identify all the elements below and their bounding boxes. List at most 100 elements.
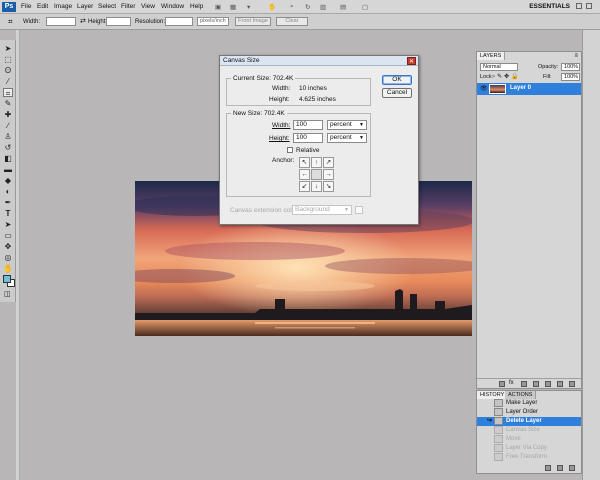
delete-layer-icon[interactable] [569,381,575,387]
hand-icon[interactable]: ✋ [268,3,276,11]
history-item-selected[interactable]: ↪ Delete Layer [477,417,581,426]
pen-tool-icon[interactable]: ✒ [3,198,13,207]
eraser-tool-icon[interactable]: ◧ [3,154,13,163]
crop-tool-icon[interactable]: ⌗ [8,17,13,27]
lock-icons[interactable]: ▫✎✥🔒 [493,73,521,80]
minimize-icon[interactable] [576,3,582,9]
history-item[interactable]: Free Transform [477,453,581,462]
new-group-icon[interactable] [545,381,551,387]
adjustment-layer-icon[interactable] [533,381,539,387]
zoom-level-icon[interactable]: ▾ [247,3,250,11]
ok-button[interactable]: OK [382,75,412,85]
history-item[interactable]: Layer Via Copy [477,444,581,453]
arrange-documents-icon[interactable]: ▤ [340,3,346,11]
resolution-field[interactable] [165,17,193,26]
new-document-from-state-icon[interactable] [545,465,551,471]
menu-view[interactable]: View [141,3,155,10]
rotate-view-icon[interactable]: ↻ [305,3,310,11]
eyedropper-tool-icon[interactable]: ✎ [3,99,13,108]
layers-tab[interactable]: LAYERS [477,52,506,60]
menu-help[interactable]: Help [190,3,203,10]
path-selection-tool-icon[interactable]: ➤ [3,220,13,229]
blend-mode-select[interactable]: Normal [480,63,518,71]
bridge-icon[interactable]: ▣ [215,3,221,11]
foreground-color-swatch[interactable] [3,275,11,283]
delete-state-icon[interactable] [569,465,575,471]
height-unit-select[interactable]: percent ▼ [327,133,367,143]
crop-tool-icon[interactable]: ⌗ [3,88,13,98]
history-item[interactable]: Make Layer [477,399,581,408]
resolution-unit-select[interactable]: pixels/inch [197,17,229,26]
menu-image[interactable]: Image [54,3,72,10]
screen-mode-icon[interactable]: ▢ [362,3,368,11]
menu-window[interactable]: Window [161,3,184,10]
menu-edit[interactable]: Edit [37,3,48,10]
anchor-sw-icon[interactable]: ↙ [299,181,310,192]
layer-style-icon[interactable]: fx [509,380,514,386]
history-brush-tool-icon[interactable]: ↺ [3,143,13,152]
dialog-close-icon[interactable]: ✕ [407,57,416,65]
menu-filter[interactable]: Filter [121,3,135,10]
grid-icon[interactable]: ▥ [320,3,326,11]
anchor-se-icon[interactable]: ↘ [323,181,334,192]
menu-select[interactable]: Select [98,3,116,10]
dodge-tool-icon[interactable]: ◐ [3,187,13,196]
snapshot-icon[interactable] [557,465,563,471]
width-field[interactable] [46,17,76,26]
add-mask-icon[interactable] [521,381,527,387]
hand-tool-icon[interactable]: ✋ [3,264,13,273]
relative-checkbox[interactable] [287,147,293,153]
link-layers-icon[interactable] [499,381,505,387]
front-image-button[interactable]: Front Image [235,17,271,26]
actions-tab[interactable]: ACTIONS [505,391,537,399]
history-item[interactable]: Canvas Size [477,426,581,435]
mini-bridge-icon[interactable]: ▦ [230,3,236,11]
cancel-button[interactable]: Cancel [382,88,412,98]
gradient-tool-icon[interactable]: ▬ [3,165,13,174]
brush-tool-icon[interactable]: ∕ [3,121,13,130]
width-unit-select[interactable]: percent ▼ [327,120,367,130]
workspace-switcher[interactable]: ESSENTIALS [529,3,570,10]
layer-row[interactable]: 👁 Layer 0 [477,83,581,95]
blur-tool-icon[interactable]: ◆ [3,176,13,185]
new-height-input[interactable]: 100 [293,133,323,143]
anchor-n-icon[interactable]: ↑ [311,157,322,168]
quick-selection-tool-icon[interactable]: ⁄ [3,77,13,86]
new-layer-icon[interactable] [557,381,563,387]
type-tool-icon[interactable]: T [3,209,13,218]
visibility-eye-icon[interactable]: 👁 [480,85,488,92]
zoom-icon[interactable]: ⌕ [290,3,294,11]
panel-menu-icon[interactable]: ≡ [574,53,578,59]
fill-input[interactable]: 100% [561,73,580,81]
anchor-nw-icon[interactable]: ↖ [299,157,310,168]
history-brush-source-icon[interactable]: ↪ [487,417,492,426]
anchor-ne-icon[interactable]: ↗ [323,157,334,168]
anchor-s-icon[interactable]: ↓ [311,181,322,192]
anchor-w-icon[interactable]: ← [299,169,310,180]
3d-rotate-tool-icon[interactable]: ✥ [3,242,13,251]
layer-name[interactable]: Layer 0 [510,85,531,91]
history-item[interactable]: Move [477,435,581,444]
history-item[interactable]: Layer Order [477,408,581,417]
quick-mask-icon[interactable]: ◫ [4,290,11,298]
move-tool-icon[interactable]: ➤ [3,44,13,53]
clone-stamp-tool-icon[interactable]: ♙ [3,132,13,141]
healing-brush-tool-icon[interactable]: ✚ [3,110,13,119]
anchor-center-icon[interactable] [311,169,322,180]
swap-icon[interactable]: ⇄ [80,17,86,25]
extension-color-swatch[interactable] [355,206,363,214]
marquee-tool-icon[interactable]: ⬚ [3,55,13,64]
3d-orbit-tool-icon[interactable]: ◎ [3,253,13,262]
menu-file[interactable]: File [21,3,31,10]
shape-tool-icon[interactable]: ▭ [3,231,13,240]
anchor-e-icon[interactable]: → [323,169,334,180]
history-tab[interactable]: HISTORY [477,391,509,399]
opacity-input[interactable]: 100% [561,63,580,71]
menu-layer[interactable]: Layer [77,3,93,10]
close-window-icon[interactable] [586,3,592,9]
new-width-input[interactable]: 100 [293,120,323,130]
clear-button[interactable]: Clear [276,17,308,26]
height-field[interactable] [106,17,131,26]
canvas-extension-select[interactable]: Background ▼ [292,205,352,215]
lasso-tool-icon[interactable]: ʘ [3,66,13,75]
